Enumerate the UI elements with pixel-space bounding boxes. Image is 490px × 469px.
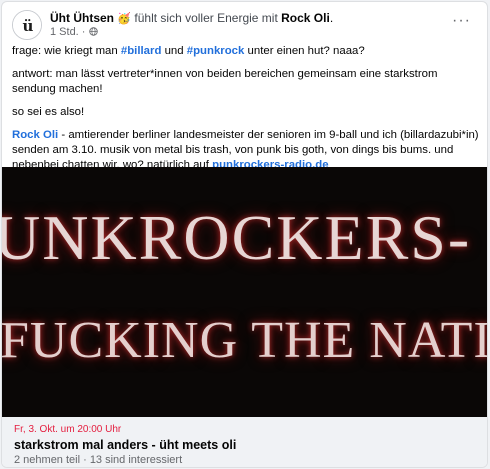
post-text: frage: wie kriegt man #billard und #punk… [12,44,479,181]
post-time[interactable]: 1 Std. [50,26,79,38]
author-name[interactable]: Üht Ühtsen [50,11,114,25]
post-card: ü Üht Ühtsen 🥳 fühlt sich voller Energie… [1,1,488,468]
banner-text-line2: FUCKING THE NATION I [2,312,487,369]
event-info[interactable]: Fr, 3. Okt. um 20:00 Uhr starkstrom mal … [2,417,487,467]
meta-separator: · [78,26,89,38]
paragraph-question: frage: wie kriegt man #billard und #punk… [12,44,479,59]
header-period: . [329,11,334,25]
svg-text:ü: ü [23,17,34,35]
banner-text-line1: UNKROCKERS- [2,202,472,273]
feeling-text: fühlt sich voller Energie mit [134,11,278,25]
paragraph-so: so sei es also! [12,106,85,118]
event-title[interactable]: starkstrom mal anders - üht meets oli [14,437,475,453]
post-header: ü Üht Ühtsen 🥳 fühlt sich voller Energie… [12,10,477,40]
hashtag-punkrock[interactable]: #punkrock [187,45,245,57]
event-banner-image[interactable]: UNKROCKERS- FUCKING THE NATION I [2,167,487,417]
more-options-icon[interactable]: ··· [452,12,471,30]
text-fragment: und [161,45,187,57]
mention-rock-oli[interactable]: Rock Oli [12,129,58,141]
paragraph-answer: antwort: man lässt vertreter*innen von b… [12,68,438,95]
post-meta: 1 Std. · [50,26,98,39]
tagged-person[interactable]: Rock Oli [281,11,330,25]
avatar[interactable]: ü [12,10,42,40]
globe-icon [88,27,98,36]
avatar-logo-icon: ü [13,11,41,39]
event-date: Fr, 3. Okt. um 20:00 Uhr [14,424,122,435]
event-stats: 2 nehmen teil · 13 sind interessiert [14,454,183,466]
post-header-line: Üht Ühtsen 🥳 fühlt sich voller Energie m… [50,11,333,26]
text-fragment: unter einen hut? naaa? [244,45,365,57]
party-emoji-icon: 🥳 [117,12,132,25]
text-fragment: frage: wie kriegt man [12,45,121,57]
hashtag-billard[interactable]: #billard [121,45,162,57]
